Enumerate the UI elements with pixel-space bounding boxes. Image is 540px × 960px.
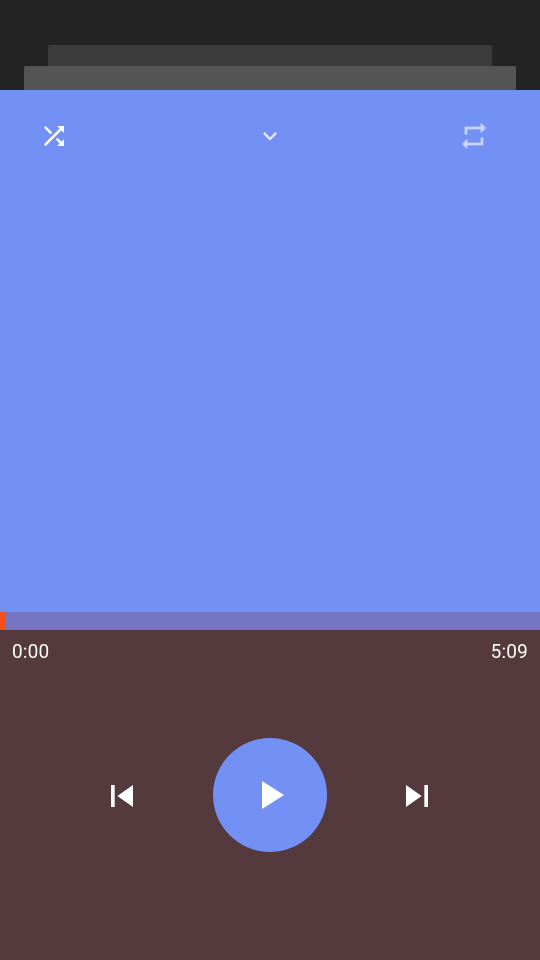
seek-bar-progress	[0, 612, 6, 630]
play-button[interactable]	[213, 738, 327, 852]
skip-previous-icon	[111, 785, 133, 807]
collapse-player-button[interactable]	[246, 112, 294, 160]
repeat-icon	[462, 122, 486, 150]
playback-controls-panel: 0:00 5:09	[0, 630, 540, 960]
play-icon	[262, 781, 284, 809]
repeat-button[interactable]	[450, 112, 498, 160]
now-playing-screen: 0:00 5:09	[0, 0, 540, 960]
next-track-button[interactable]	[391, 770, 443, 822]
elapsed-time: 0:00	[12, 640, 50, 663]
total-duration: 5:09	[490, 640, 528, 663]
seek-bar[interactable]	[0, 612, 540, 630]
chevron-down-icon	[263, 132, 277, 141]
previous-track-button[interactable]	[96, 770, 148, 822]
shuffle-icon	[44, 126, 64, 146]
shuffle-button[interactable]	[30, 112, 78, 160]
album-art-panel	[0, 90, 540, 612]
skip-next-icon	[406, 785, 428, 807]
